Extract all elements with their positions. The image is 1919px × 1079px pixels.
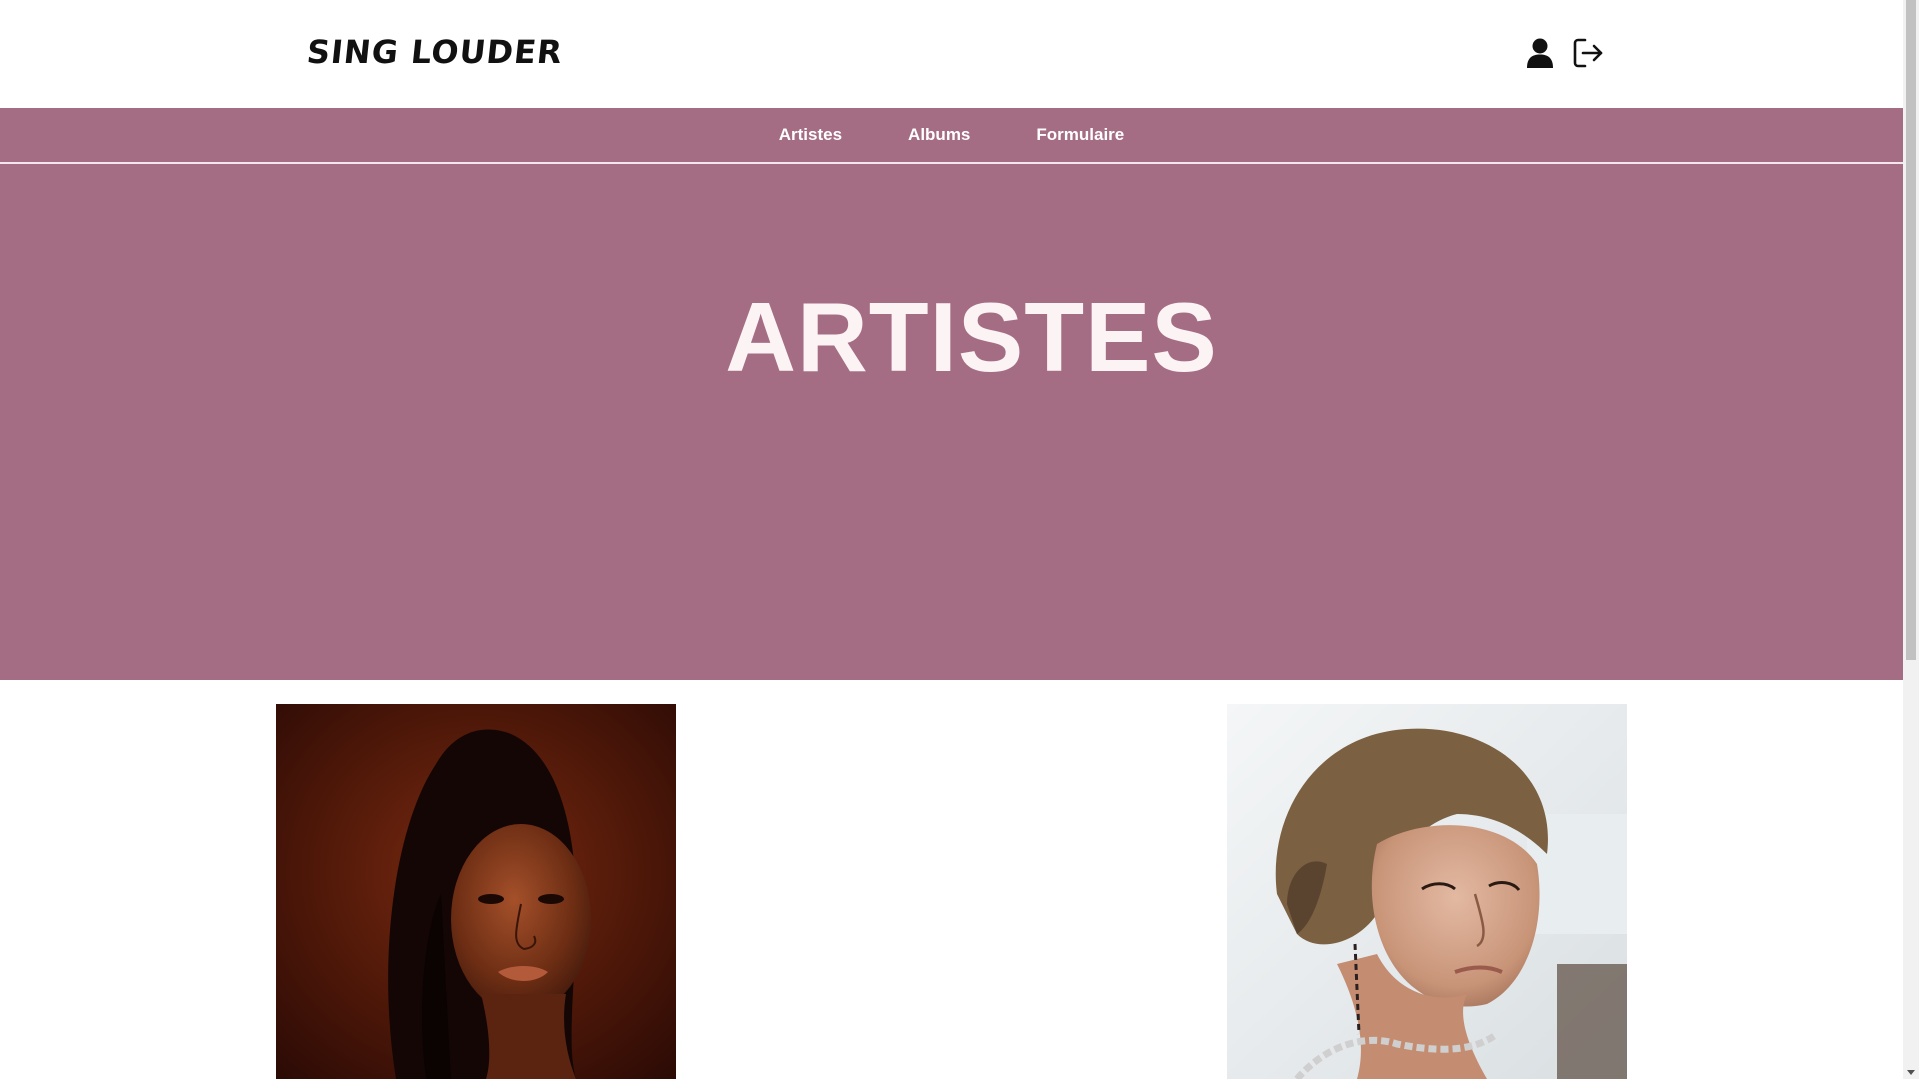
- hero-banner: ARTISTES: [0, 164, 1903, 680]
- artist-card-image[interactable]: [276, 704, 676, 1079]
- site-logo[interactable]: SING LOUDER: [305, 33, 565, 71]
- artist-portrait-woman: [276, 704, 676, 1079]
- scrollbar-thumb[interactable]: [1906, 0, 1916, 660]
- artist-portrait-man: [1227, 704, 1627, 1079]
- nav-item-formulaire[interactable]: Formulaire: [1036, 125, 1124, 145]
- page: SING LOUDER Artistes Albums Formulaire A: [0, 0, 1903, 1079]
- logout-icon[interactable]: [1572, 36, 1604, 70]
- nav-item-albums[interactable]: Albums: [908, 125, 970, 145]
- vertical-scrollbar[interactable]: [1903, 0, 1919, 1079]
- page-title: ARTISTES: [725, 282, 1218, 392]
- artist-card-image[interactable]: [1227, 704, 1627, 1079]
- main-nav: Artistes Albums Formulaire: [0, 108, 1903, 164]
- header-actions: [1524, 36, 1604, 70]
- nav-item-artistes[interactable]: Artistes: [779, 125, 842, 145]
- user-icon[interactable]: [1524, 36, 1556, 70]
- site-header: SING LOUDER: [0, 0, 1903, 108]
- scroll-down-icon[interactable]: [1907, 1070, 1915, 1075]
